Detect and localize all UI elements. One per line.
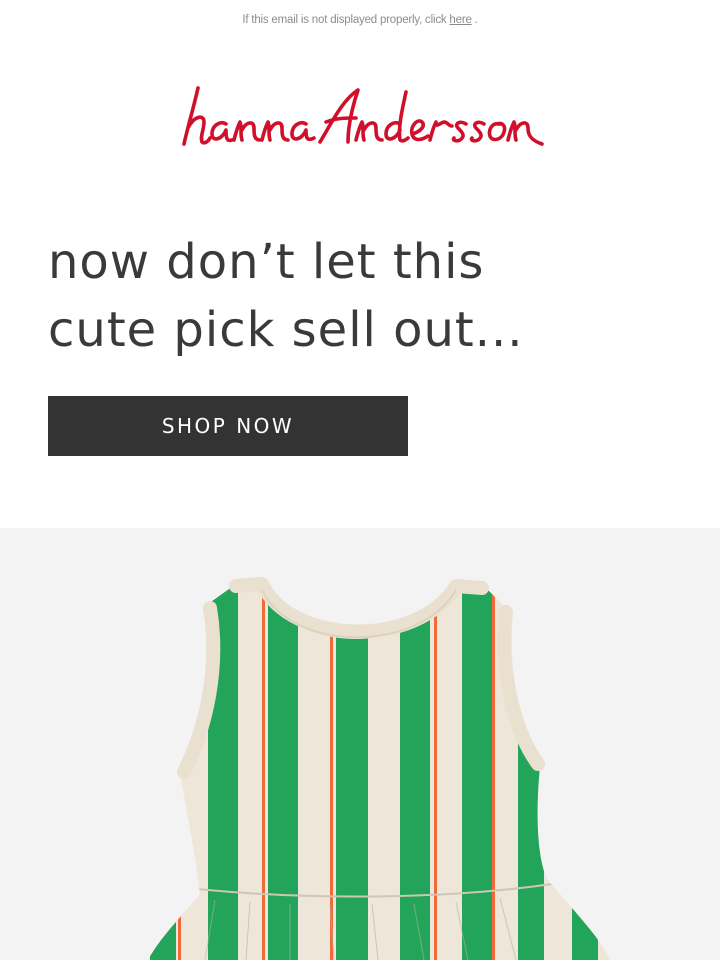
headline-line-1: now don’t let this [48,234,485,290]
brand-logo[interactable] [170,78,550,158]
preheader-suffix: . [471,14,478,26]
view-in-browser-link[interactable]: here [449,14,471,26]
headline-line-2: cute pick sell out... [48,302,524,358]
preheader: If this email is not displayed properly,… [0,14,720,26]
preheader-text: If this email is not displayed properly,… [242,14,447,26]
striped-dress-image [148,577,610,960]
hanna-andersson-logo-icon [182,86,544,146]
product-image[interactable] [0,528,720,960]
hero-headline: now don’t let this cute pick sell out... [48,228,688,364]
shop-now-button[interactable]: SHOP NOW [48,396,408,456]
